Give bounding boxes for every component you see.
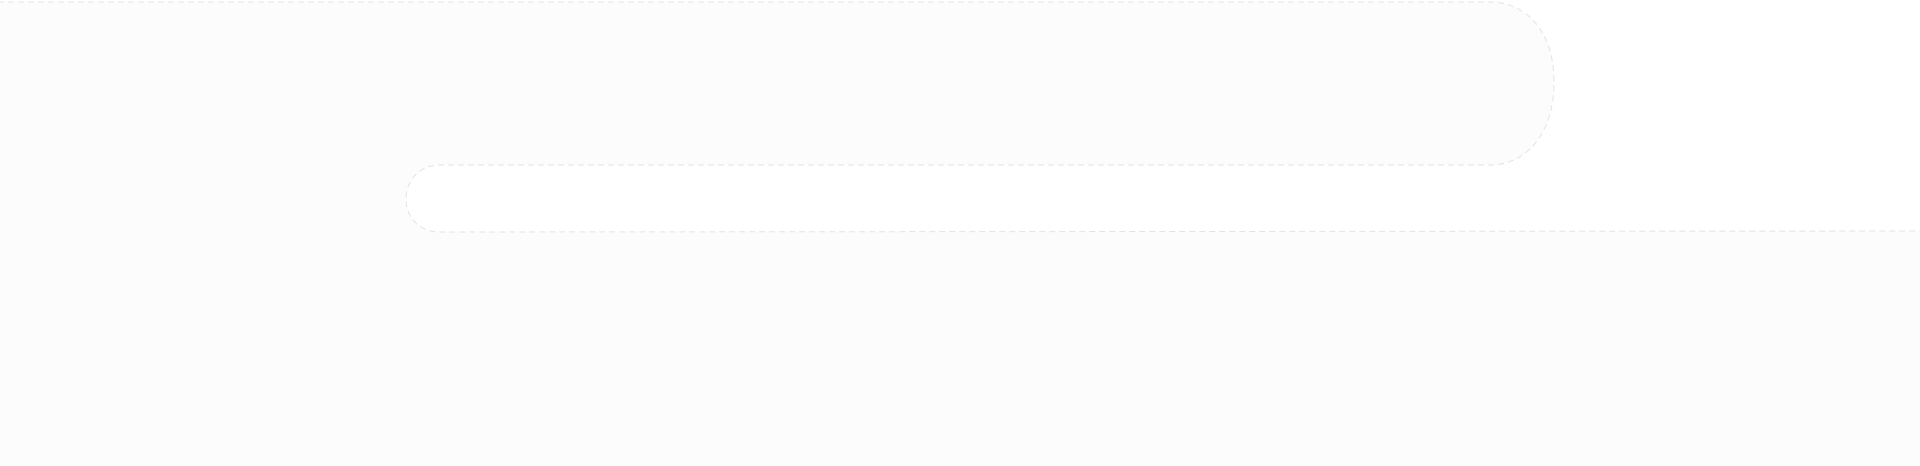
decorative-flow-shape: [0, 1, 1920, 466]
flow-background-canvas: [0, 0, 1920, 466]
flow-band-shape: [0, 1, 1920, 466]
